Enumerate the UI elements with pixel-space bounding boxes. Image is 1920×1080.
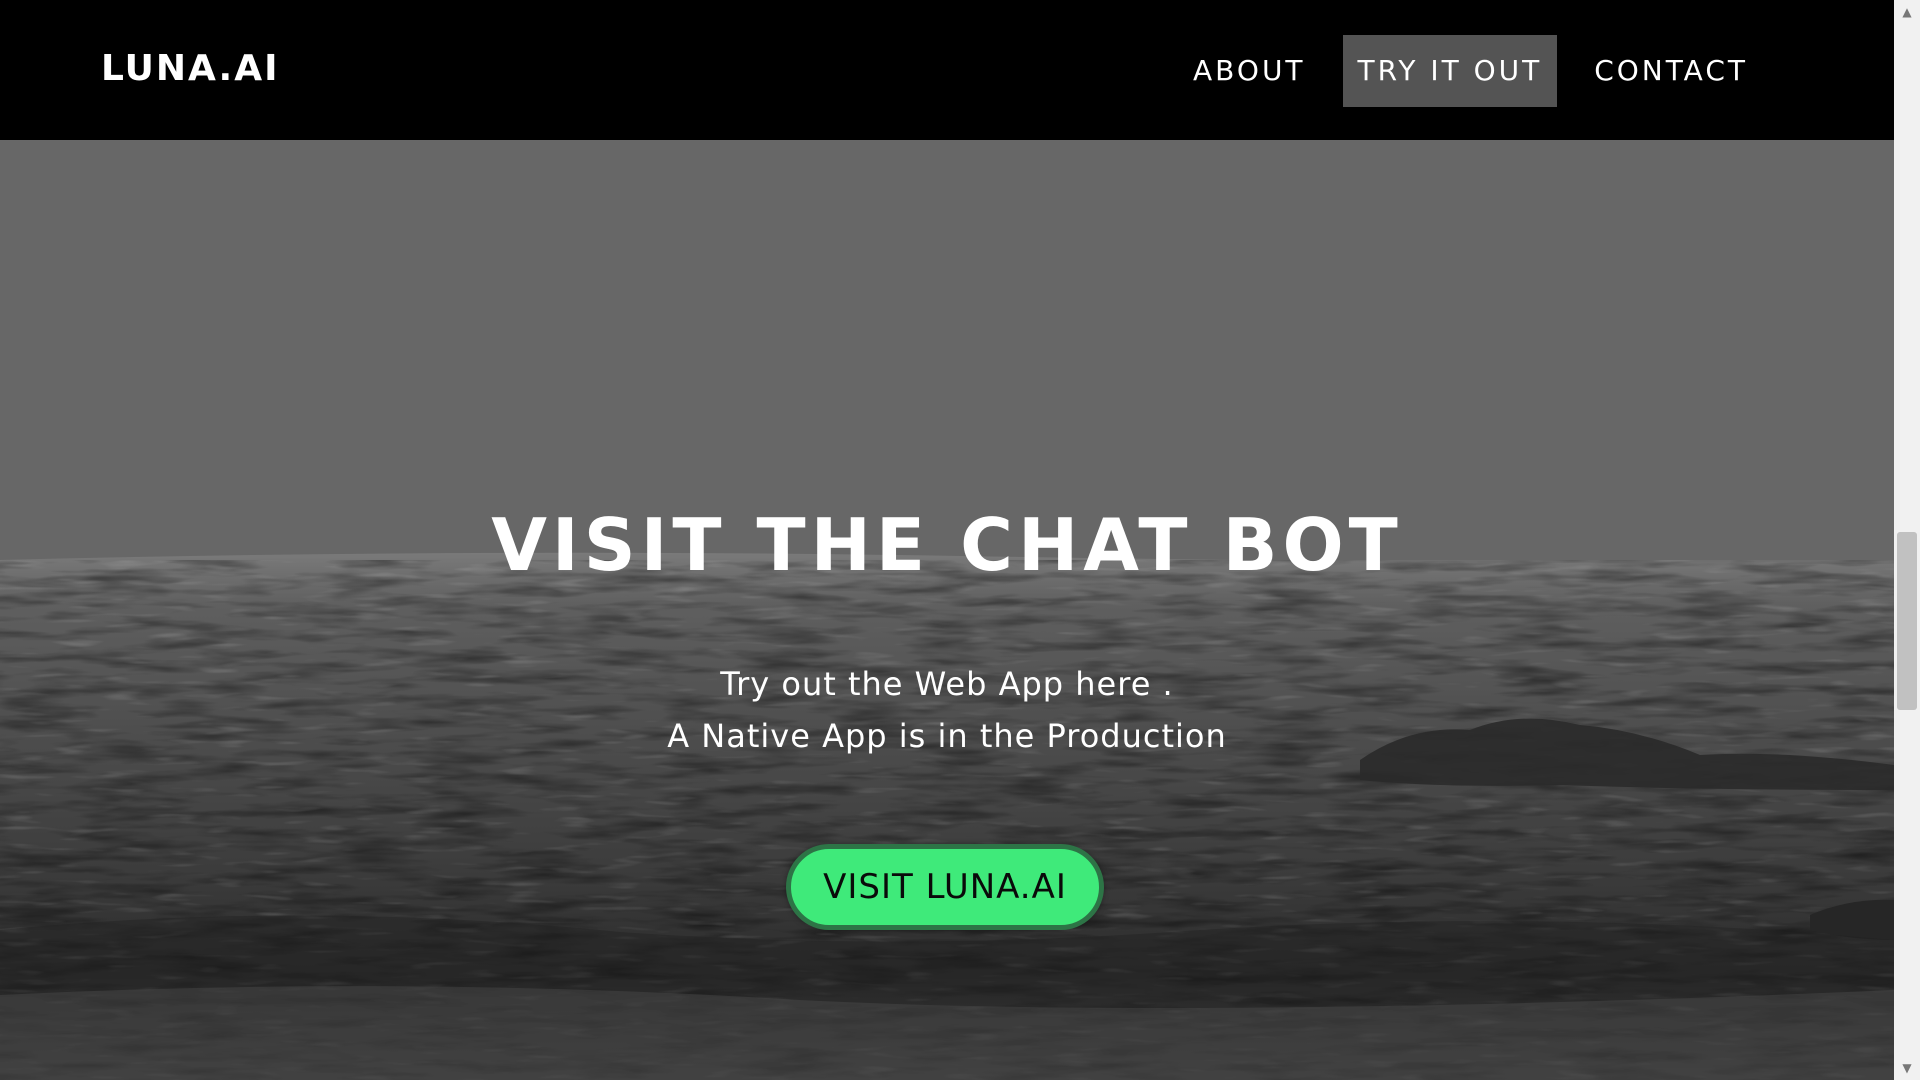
ocean-background-image (0, 140, 1894, 1080)
vertical-scrollbar[interactable]: ▲ ▼ (1894, 0, 1920, 1080)
nav-link-try-it-out[interactable]: TRY IT OUT (1342, 35, 1558, 107)
hero-title: VISIT THE CHAT BOT (491, 503, 1403, 587)
page: LUNA.AI ABOUT TRY IT OUT CONTACT VISIT T… (0, 0, 1920, 1080)
top-navbar: LUNA.AI ABOUT TRY IT OUT CONTACT (0, 0, 1894, 140)
page-content: LUNA.AI ABOUT TRY IT OUT CONTACT VISIT T… (0, 0, 1894, 1080)
hero-subtitle-line1: Try out the Web App here . (720, 665, 1174, 703)
brand-logo[interactable]: LUNA.AI (101, 46, 279, 92)
nav-link-about[interactable]: ABOUT (1178, 35, 1321, 107)
nav-links: ABOUT TRY IT OUT CONTACT (1178, 35, 1763, 107)
chevron-down-icon[interactable]: ▼ (1894, 1058, 1920, 1078)
visit-luna-button[interactable]: VISIT LUNA.AI (786, 844, 1104, 930)
hero-subtitle-line2: A Native App is in the Production (667, 717, 1227, 755)
hero-section: VISIT THE CHAT BOT Try out the Web App h… (0, 140, 1894, 1080)
scrollbar-thumb[interactable] (1897, 532, 1917, 710)
chevron-up-icon[interactable]: ▲ (1894, 2, 1920, 22)
nav-link-contact[interactable]: CONTACT (1579, 35, 1763, 107)
